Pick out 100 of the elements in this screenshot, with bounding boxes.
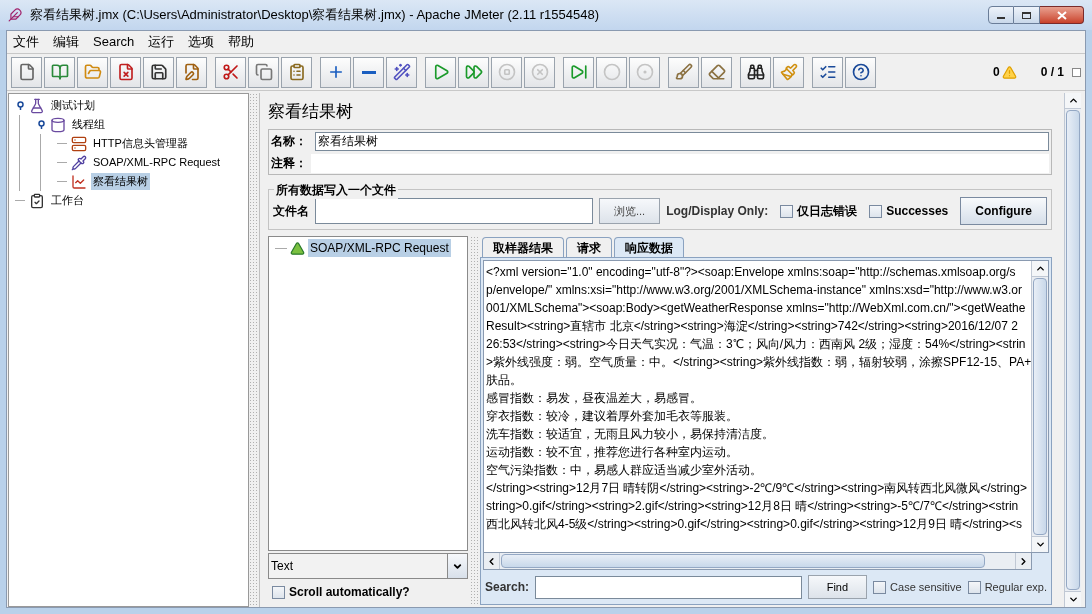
minimize-button[interactable] bbox=[988, 6, 1014, 24]
remote-play-icon bbox=[569, 63, 588, 81]
close-icon[interactable] bbox=[1056, 10, 1067, 20]
status-indicator bbox=[1072, 67, 1081, 77]
scissors-icon bbox=[221, 63, 240, 81]
toolbar-button[interactable] bbox=[215, 56, 246, 88]
horizontal-scrollbar[interactable] bbox=[483, 553, 1032, 570]
checkbox-square[interactable] bbox=[873, 580, 887, 594]
tree-item[interactable]: HTTP信息头管理器 bbox=[91, 135, 190, 152]
vertical-scrollbar[interactable] bbox=[1064, 93, 1081, 607]
panel-title: 察看结果树 bbox=[268, 101, 354, 123]
binoculars-icon bbox=[746, 63, 765, 81]
menu-item[interactable]: Search bbox=[93, 32, 135, 52]
toolbar-button[interactable] bbox=[386, 56, 417, 88]
response-line: >紫外线强度：弱。空气质量：中。</string><string>紫外线指数：弱，辐射较弱，涂擦SPF12-15、PA+ bbox=[486, 354, 1031, 371]
chart-icon bbox=[71, 173, 87, 190]
checkbox[interactable]: Regular exp. bbox=[967, 578, 1047, 596]
triangle-icon bbox=[290, 240, 305, 256]
menu-item[interactable]: 选项 bbox=[188, 32, 215, 52]
wand-icon bbox=[392, 63, 411, 81]
tree-item[interactable]: SOAP/XML-RPC Request bbox=[91, 154, 223, 171]
response-line: 空气污染指数：中，易感人群应适当减少室外活动。 bbox=[486, 462, 762, 479]
tree-item[interactable]: 测试计划 bbox=[49, 97, 97, 114]
toolbar-button[interactable] bbox=[143, 56, 174, 88]
response-line: <?xml version="1.0" encoding="utf-8"?><soap:Envelope xmlns:soap="http://schemas.xmlsoap.org/s bbox=[486, 264, 1016, 281]
spool-icon bbox=[50, 116, 66, 133]
pencil-page-icon bbox=[182, 63, 201, 81]
menu-item[interactable]: 文件 bbox=[13, 32, 39, 52]
toolbar-button[interactable] bbox=[740, 56, 771, 88]
window-title: 察看结果树.jmx (C:\Users\Administrator\Desktop\察看结果树.jmx) - Apache JMeter (2.11 r1554548) bbox=[30, 6, 600, 25]
checkbox-square[interactable] bbox=[780, 204, 794, 218]
checkbox[interactable]: Case sensitive bbox=[873, 578, 962, 596]
checkbox-square[interactable] bbox=[869, 204, 883, 218]
checkbox[interactable]: Scroll automatically? bbox=[272, 583, 410, 601]
toolbar-button[interactable] bbox=[353, 56, 384, 88]
play-no-pause-icon bbox=[464, 63, 483, 81]
tab[interactable]: 响应数据 bbox=[614, 237, 684, 257]
response-line: 肤品。 bbox=[486, 372, 522, 389]
blank-page-icon bbox=[17, 63, 36, 81]
find-button[interactable]: Find bbox=[807, 575, 868, 599]
tab[interactable]: 请求 bbox=[566, 237, 612, 257]
remote-shutdown-icon bbox=[635, 63, 654, 81]
menu-item[interactable]: 编辑 bbox=[53, 32, 79, 52]
name-label: 名称： bbox=[271, 133, 308, 150]
comment-field[interactable] bbox=[311, 153, 1049, 173]
maximize-button[interactable] bbox=[1014, 6, 1040, 24]
clipboard-icon bbox=[287, 63, 306, 81]
tab[interactable]: 取样器结果 bbox=[482, 237, 564, 257]
checkbox[interactable]: 仅日志错误 bbox=[780, 202, 858, 220]
close-button[interactable] bbox=[1040, 6, 1084, 24]
dropper-icon bbox=[71, 154, 87, 171]
configure-button[interactable]: Configure bbox=[960, 197, 1047, 225]
tree-item[interactable]: 线程组 bbox=[70, 116, 107, 133]
response-line: 穿衣指数：较冷，建议着厚外套加毛衣等服装。 bbox=[486, 408, 738, 425]
checkbox-square[interactable] bbox=[967, 580, 981, 594]
paintbrush-icon bbox=[779, 63, 798, 81]
tree-handle-icon[interactable] bbox=[36, 120, 46, 129]
broom-icon bbox=[674, 63, 693, 81]
response-line: 26:53</string><string>今日天气实况：气温：3℃；风向/风力：西南风 2级；湿度：54%</string><strin bbox=[486, 336, 1026, 353]
menu-item[interactable]: 帮助 bbox=[228, 32, 255, 52]
file-name-field[interactable] bbox=[315, 198, 593, 224]
clipboard-icon bbox=[29, 192, 45, 209]
menu-item[interactable]: 运行 bbox=[148, 32, 175, 52]
folder-icon bbox=[83, 63, 102, 81]
response-line: 运动指数：较不宜，推荐您进行各种室内运动。 bbox=[486, 444, 738, 461]
eraser-icon bbox=[707, 63, 726, 81]
tree-item[interactable]: 察看结果树 bbox=[91, 173, 150, 190]
group-title: 所有数据写入一个文件 bbox=[274, 181, 398, 199]
rack-icon bbox=[71, 135, 87, 152]
close-file-icon bbox=[116, 63, 135, 81]
error-count: 0 bbox=[992, 64, 1000, 81]
response-line: </string><string>12月7日 晴转阴</string><string>-2℃/9℃</string><string>南风转西北风微风</string> bbox=[486, 480, 1027, 497]
browse-button[interactable]: 浏览... bbox=[599, 198, 661, 224]
renderer-dropdown[interactable]: Text bbox=[268, 553, 468, 579]
copy-icon bbox=[254, 63, 273, 81]
checkbox[interactable]: Successes bbox=[869, 202, 949, 220]
toolbar-button[interactable] bbox=[812, 56, 843, 88]
help-icon bbox=[851, 63, 870, 81]
search-label: Search: bbox=[485, 579, 530, 596]
response-line: p/envelope/" xmlns:xsi="http://www.w3.org/2001/XMLSchema-instance" xmlns:xsd="http://www.w3.or bbox=[486, 282, 1022, 299]
name-field[interactable]: 察看结果树 bbox=[315, 131, 1049, 151]
tree-handle-icon[interactable] bbox=[15, 101, 25, 110]
result-item[interactable]: SOAP/XML-RPC Request bbox=[308, 239, 451, 257]
comment-label: 注释： bbox=[271, 155, 308, 172]
search-field[interactable] bbox=[535, 575, 802, 599]
book-icon bbox=[50, 63, 69, 81]
warning-icon bbox=[1001, 64, 1017, 80]
response-line: 感冒指数：易发，昼夜温差大，易感冒。 bbox=[486, 390, 702, 407]
minus-icon bbox=[361, 70, 376, 74]
remote-stop-icon bbox=[602, 63, 621, 81]
response-line: 洗车指数：较适宜，无雨且风力较小，易保持清洁度。 bbox=[486, 426, 774, 443]
stop-icon bbox=[497, 63, 516, 81]
checkbox-square[interactable] bbox=[272, 585, 285, 599]
vertical-scrollbar[interactable] bbox=[1031, 261, 1048, 552]
response-line: 001/XMLSchema"><soap:Body><getWeatherResponse xmlns="http://WebXml.com.cn/"><getWeathe bbox=[486, 300, 1026, 317]
response-line: Result><string>直辖市 北京</string><string>海淀</string><string>742</string><string>2016/12/07 2 bbox=[486, 318, 1018, 335]
flask-icon bbox=[29, 97, 45, 114]
thread-count: 0 / 1 bbox=[1040, 64, 1064, 81]
toolbar-button[interactable] bbox=[845, 56, 876, 88]
tree-item[interactable]: 工作台 bbox=[49, 192, 86, 209]
